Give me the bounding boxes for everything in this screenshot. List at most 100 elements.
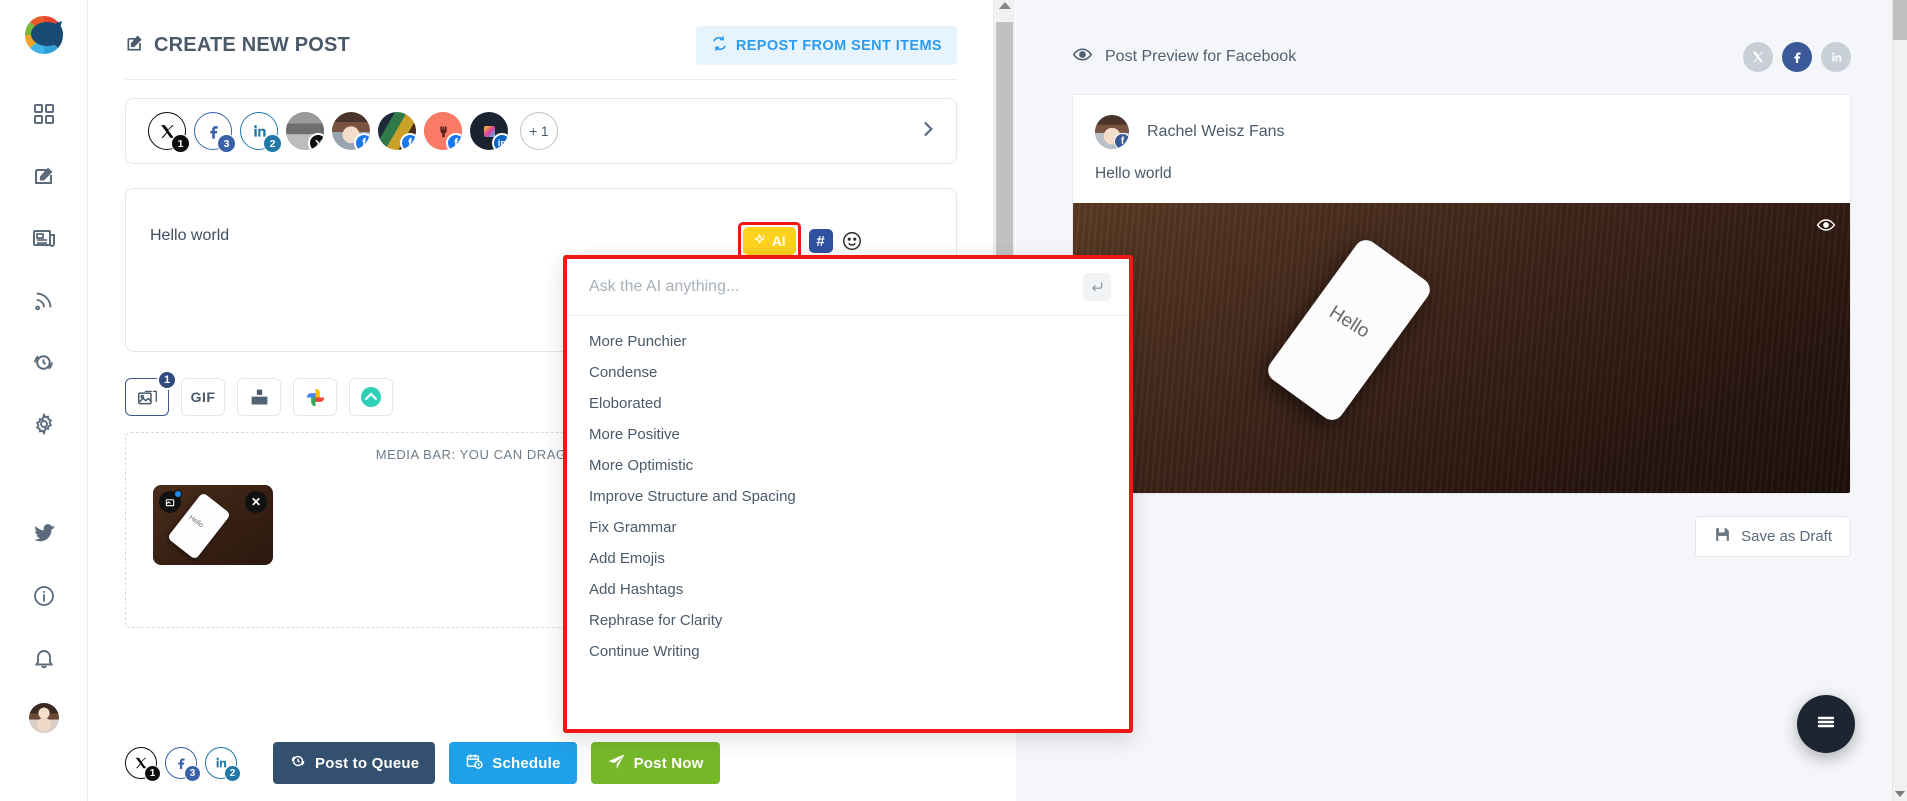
preview-network-x[interactable] xyxy=(1743,42,1773,72)
account-chip-photo-woman[interactable]: f xyxy=(332,112,370,150)
account-network-badge-x xyxy=(308,133,324,150)
ai-option[interactable]: Condense xyxy=(567,357,1129,388)
ai-input-row xyxy=(567,259,1129,316)
account-chip-photo-sports[interactable]: f xyxy=(378,112,416,150)
accounts-next-arrow-icon[interactable] xyxy=(918,119,942,144)
preview-network-linkedin[interactable] xyxy=(1821,42,1851,72)
sidebar-item-dashboard[interactable] xyxy=(19,89,69,139)
ai-option[interactable]: Rephrase for Clarity xyxy=(567,605,1129,636)
sidebar xyxy=(0,0,88,801)
ai-option[interactable]: Add Emojis xyxy=(567,543,1129,574)
preview-author-avatar: f xyxy=(1095,115,1129,149)
sparkle-icon xyxy=(753,233,767,250)
ai-option[interactable]: Add Hashtags xyxy=(567,574,1129,605)
post-now-label: Post Now xyxy=(633,754,704,772)
repost-from-sent-items-button[interactable]: REPOST FROM SENT ITEMS xyxy=(695,26,957,65)
page-scrollbar[interactable] xyxy=(1892,0,1907,801)
account-chip-photo-coral[interactable]: f xyxy=(424,112,462,150)
repost-label: REPOST FROM SENT ITEMS xyxy=(735,37,942,54)
preview-author-row: f Rachel Weisz Fans xyxy=(1073,95,1850,165)
compose-icon xyxy=(125,33,145,59)
action-account-x[interactable]: 1 xyxy=(125,747,161,782)
app-logo[interactable] xyxy=(20,12,68,63)
sidebar-item-compose[interactable] xyxy=(19,151,69,201)
page-title-text: CREATE NEW POST xyxy=(154,34,350,56)
ai-assistant-button[interactable]: AI xyxy=(743,227,796,255)
ai-option[interactable]: Continue Writing xyxy=(567,636,1129,667)
account-chip-linkedin[interactable]: 2 xyxy=(240,112,282,153)
account-network-badge-linkedin: in xyxy=(492,133,508,150)
action-buttons: Post to Queue Schedule Post Now xyxy=(273,742,720,784)
composer-action-bar: 1 3 2 Post to Queue Schedule Post Now xyxy=(89,725,1015,801)
account-network-badge-facebook: f xyxy=(446,133,462,150)
account-list: 1 3 2 f f f in + 1 xyxy=(148,112,558,153)
facebook-badge-icon: f xyxy=(1114,133,1129,149)
media-gif-button[interactable]: GIF xyxy=(181,378,225,416)
sidebar-item-queue[interactable] xyxy=(19,337,69,387)
account-network-badge-facebook: f xyxy=(400,133,416,150)
media-cloud-button[interactable] xyxy=(349,378,393,416)
action-account-count: 3 xyxy=(184,765,201,782)
page-title: CREATE NEW POST xyxy=(125,33,350,59)
schedule-button[interactable]: Schedule xyxy=(449,742,577,784)
save-as-draft-button[interactable]: Save as Draft xyxy=(1695,516,1851,557)
post-to-queue-button[interactable]: Post to Queue xyxy=(273,742,436,784)
sidebar-item-content[interactable] xyxy=(19,213,69,263)
ai-option[interactable]: More Optimistic xyxy=(567,450,1129,481)
action-account-facebook[interactable]: 3 xyxy=(165,747,201,782)
post-now-button[interactable]: Post Now xyxy=(590,742,720,784)
more-accounts-button[interactable]: + 1 xyxy=(520,112,558,150)
sidebar-item-twitter[interactable] xyxy=(19,509,69,559)
preview-image-view-icon[interactable] xyxy=(1816,215,1836,240)
schedule-label: Schedule xyxy=(492,754,561,772)
ai-option[interactable]: Improve Structure and Spacing xyxy=(567,481,1129,512)
thumbnail-remove-icon[interactable]: ✕ xyxy=(245,491,267,513)
scroll-up-arrow-icon[interactable] xyxy=(998,2,1011,9)
preview-network-switcher xyxy=(1743,42,1851,72)
ai-option[interactable]: More Punchier xyxy=(567,326,1129,357)
menu-fab[interactable] xyxy=(1797,695,1855,753)
hashtag-button[interactable]: # xyxy=(808,229,833,253)
emoji-button[interactable] xyxy=(841,230,863,252)
media-image-button[interactable]: 1 xyxy=(125,370,177,416)
sidebar-item-rss[interactable] xyxy=(19,275,69,325)
preview-network-facebook[interactable] xyxy=(1782,42,1812,72)
account-chip-photo-bw[interactable] xyxy=(286,112,324,150)
preview-footer: Save as Draft xyxy=(1072,516,1851,557)
account-network-badge-facebook: f xyxy=(354,133,370,150)
ai-option[interactable]: Fix Grammar xyxy=(567,512,1129,543)
media-google-photos-button[interactable] xyxy=(293,378,337,416)
sidebar-item-info[interactable] xyxy=(19,571,69,621)
post-to-queue-label: Post to Queue xyxy=(315,754,420,772)
scroll-down-arrow-icon[interactable] xyxy=(1895,791,1905,797)
account-chip-photo-dark[interactable]: in xyxy=(470,112,508,150)
ai-submit-button[interactable] xyxy=(1083,273,1111,301)
action-account-count: 2 xyxy=(224,765,241,782)
preview-post-text: Hello world xyxy=(1095,165,1172,182)
preview-post-card: f Rachel Weisz Fans Hello world xyxy=(1072,94,1851,494)
page-scroll-thumb[interactable] xyxy=(1893,0,1907,40)
ai-prompt-input[interactable] xyxy=(589,278,1073,296)
preview-title-text: Post Preview for Facebook xyxy=(1105,48,1297,65)
action-bar-accounts: 1 3 2 xyxy=(125,747,241,782)
ai-options-list: More Punchier Condense Eloborated More P… xyxy=(567,316,1129,673)
sidebar-item-notifications[interactable] xyxy=(19,633,69,683)
sidebar-item-settings[interactable] xyxy=(19,399,69,449)
media-upload-button[interactable] xyxy=(237,378,281,416)
account-count-badge: 1 xyxy=(171,134,190,153)
account-chip-x[interactable]: 1 xyxy=(148,112,190,153)
thumbnail-edit-icon[interactable] xyxy=(159,490,182,513)
ai-option[interactable]: More Positive xyxy=(567,419,1129,450)
account-count-badge: 2 xyxy=(263,134,282,153)
eye-icon xyxy=(1072,44,1093,70)
account-chip-facebook[interactable]: 3 xyxy=(194,112,236,153)
ai-option[interactable]: Eloborated xyxy=(567,388,1129,419)
action-account-linkedin[interactable]: 2 xyxy=(205,747,241,782)
preview-header: Post Preview for Facebook xyxy=(1072,42,1851,72)
composer-header: CREATE NEW POST REPOST FROM SENT ITEMS xyxy=(125,26,957,80)
media-thumbnail[interactable]: ✕ xyxy=(153,485,273,565)
ai-assistant-panel: More Punchier Condense Eloborated More P… xyxy=(563,255,1133,733)
user-avatar[interactable] xyxy=(28,703,59,733)
action-account-count: 1 xyxy=(144,765,161,782)
account-count-badge: 3 xyxy=(217,134,236,153)
